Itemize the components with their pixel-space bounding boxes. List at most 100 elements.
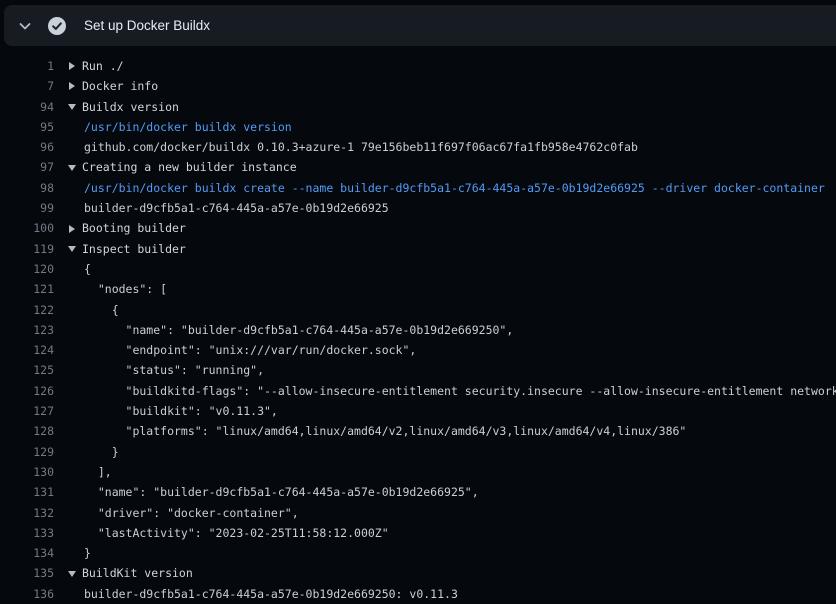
output-text: "buildkit": "v0.11.3", (82, 401, 836, 421)
command-text: /usr/bin/docker buildx version (82, 117, 836, 137)
log-line: 125 "status": "running", (0, 360, 836, 380)
line-number[interactable]: 129 (0, 442, 54, 462)
group-title: Run ./ (82, 56, 836, 76)
line-number[interactable]: 135 (0, 563, 54, 583)
output-text: "name": "builder-d9cfb5a1-c764-445a-a57e… (82, 320, 836, 340)
output-text: "nodes": [ (82, 279, 836, 299)
log-line: 128 "platforms": "linux/amd64,linux/amd6… (0, 421, 836, 441)
log-line: 133 "lastActivity": "2023-02-25T11:58:12… (0, 523, 836, 543)
caret-down-icon[interactable] (68, 571, 76, 577)
log-line: 121 "nodes": [ (0, 279, 836, 299)
caret-slot (68, 62, 82, 70)
group-title: Booting builder (82, 218, 836, 238)
group-title: BuildKit version (82, 563, 836, 583)
line-number[interactable]: 119 (0, 239, 54, 259)
log-container: 1Run ./7Docker info94Buildx version95/us… (0, 46, 836, 604)
line-number[interactable]: 95 (0, 117, 54, 137)
log-group-line[interactable]: 7 Docker info (0, 76, 836, 96)
caret-down-icon[interactable] (68, 104, 76, 110)
line-number[interactable]: 7 (0, 76, 54, 96)
log-line: 122 { (0, 300, 836, 320)
log-group-line[interactable]: 100 Booting builder (0, 218, 836, 238)
line-number[interactable]: 133 (0, 523, 54, 543)
line-number[interactable]: 124 (0, 340, 54, 360)
output-text: { (82, 259, 836, 279)
log-line: 131 "name": "builder-d9cfb5a1-c764-445a-… (0, 482, 836, 502)
line-number[interactable]: 130 (0, 462, 54, 482)
chevron-down-icon[interactable] (17, 18, 33, 34)
group-title: Creating a new builder instance (82, 157, 836, 177)
log-line: 127 "buildkit": "v0.11.3", (0, 401, 836, 421)
log-group-line[interactable]: 1 Run ./ (0, 56, 836, 76)
step-title: Set up Docker Buildx (84, 18, 210, 33)
output-text: { (82, 300, 836, 320)
log-line: 124 "endpoint": "unix:///var/run/docker.… (0, 340, 836, 360)
log-line: 120 { (0, 259, 836, 279)
line-number[interactable]: 132 (0, 503, 54, 523)
log-line: 130 ], (0, 462, 836, 482)
line-number[interactable]: 94 (0, 97, 54, 117)
line-number[interactable]: 100 (0, 218, 54, 238)
output-text: "buildkitd-flags": "--allow-insecure-ent… (82, 381, 836, 401)
log-group-line[interactable]: 119 Inspect builder (0, 239, 836, 259)
log-line: 96 github.com/docker/buildx 0.10.3+azure-… (0, 137, 836, 157)
output-text: } (82, 442, 836, 462)
output-text: "endpoint": "unix:///var/run/docker.sock… (82, 340, 836, 360)
line-number[interactable]: 131 (0, 482, 54, 502)
log-line: 134} (0, 543, 836, 563)
caret-slot (68, 165, 82, 171)
output-text: "name": "builder-d9cfb5a1-c764-445a-a57e… (82, 482, 836, 502)
log-group-line[interactable]: 97 Creating a new builder instance (0, 157, 836, 177)
output-text: "status": "running", (82, 360, 836, 380)
caret-slot (68, 225, 82, 233)
caret-right-icon[interactable] (69, 62, 75, 70)
caret-slot (68, 246, 82, 252)
log-line: 136 builder-d9cfb5a1-c764-445a-a57e-0b19d… (0, 584, 836, 604)
line-number[interactable]: 126 (0, 381, 54, 401)
log-line: 95/usr/bin/docker buildx version (0, 117, 836, 137)
caret-down-icon[interactable] (68, 246, 76, 252)
output-text: ], (82, 462, 836, 482)
check-circle-icon (48, 17, 66, 35)
log-line: 98/usr/bin/docker buildx create --name b… (0, 178, 836, 198)
line-number[interactable]: 125 (0, 360, 54, 380)
output-text: github.com/docker/buildx 0.10.3+azure-1 … (82, 137, 836, 157)
group-title: Inspect builder (82, 239, 836, 259)
step-header[interactable]: Set up Docker Buildx (4, 5, 836, 46)
line-number[interactable]: 1 (0, 56, 54, 76)
line-number[interactable]: 97 (0, 157, 54, 177)
line-number[interactable]: 136 (0, 584, 54, 604)
line-number[interactable]: 128 (0, 421, 54, 441)
line-number[interactable]: 122 (0, 300, 54, 320)
group-title: Buildx version (82, 97, 836, 117)
line-number[interactable]: 127 (0, 401, 54, 421)
group-title: Docker info (82, 76, 836, 96)
caret-down-icon[interactable] (68, 165, 76, 171)
output-text: } (82, 543, 836, 563)
line-number[interactable]: 134 (0, 543, 54, 563)
output-text: builder-d9cfb5a1-c764-445a-a57e-0b19d2e6… (82, 198, 836, 218)
caret-slot (68, 82, 82, 90)
line-number[interactable]: 123 (0, 320, 54, 340)
log-line: 126 "buildkitd-flags": "--allow-insecure… (0, 381, 836, 401)
output-text: builder-d9cfb5a1-c764-445a-a57e-0b19d2e6… (82, 584, 836, 604)
log-line: 99 builder-d9cfb5a1-c764-445a-a57e-0b19d2… (0, 198, 836, 218)
line-number[interactable]: 99 (0, 198, 54, 218)
line-number[interactable]: 120 (0, 259, 54, 279)
log-line: 123 "name": "builder-d9cfb5a1-c764-445a-… (0, 320, 836, 340)
output-text: "platforms": "linux/amd64,linux/amd64/v2… (82, 421, 836, 441)
output-text: "lastActivity": "2023-02-25T11:58:12.000… (82, 523, 836, 543)
caret-right-icon[interactable] (69, 225, 75, 233)
line-number[interactable]: 98 (0, 178, 54, 198)
log-group-line[interactable]: 94 Buildx version (0, 97, 836, 117)
log-group-line[interactable]: 135 BuildKit version (0, 563, 836, 583)
caret-slot (68, 104, 82, 110)
line-number[interactable]: 121 (0, 279, 54, 299)
output-text: "driver": "docker-container", (82, 503, 836, 523)
log-line: 129 } (0, 442, 836, 462)
command-text: /usr/bin/docker buildx create --name bui… (82, 178, 836, 198)
caret-right-icon[interactable] (69, 82, 75, 90)
line-number[interactable]: 96 (0, 137, 54, 157)
caret-slot (68, 571, 82, 577)
log-line: 132 "driver": "docker-container", (0, 503, 836, 523)
